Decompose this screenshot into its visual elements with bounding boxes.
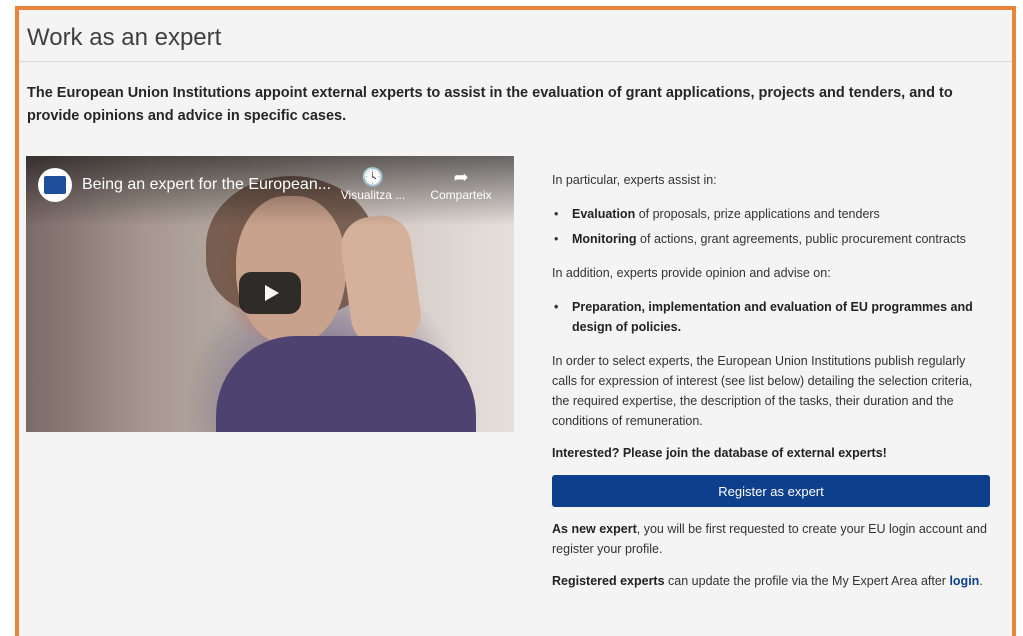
registered-text: Registered experts can update the profil… bbox=[552, 571, 992, 591]
list-item: Monitoring of actions, grant agreements,… bbox=[554, 229, 992, 249]
intro-text: The European Union Institutions appoint … bbox=[27, 85, 953, 124]
share-arrow-icon: ➦ bbox=[453, 167, 469, 187]
list-item: Preparation, implementation and evaluati… bbox=[554, 297, 992, 337]
assist-list: Evaluation of proposals, prize applicati… bbox=[552, 204, 992, 249]
list-item-bold: Monitoring bbox=[572, 232, 637, 246]
watch-later-button[interactable]: 🕓 Visualitza ... bbox=[338, 166, 408, 202]
video-title[interactable]: Being an expert for the European... bbox=[82, 176, 342, 194]
new-expert-text: As new expert, you will be first request… bbox=[552, 519, 992, 559]
new-expert-bold: As new expert bbox=[552, 522, 637, 536]
title-divider bbox=[19, 61, 1012, 62]
interested-text: Interested? Please join the database of … bbox=[552, 446, 887, 460]
video-player[interactable]: Being an expert for the European... 🕓 Vi… bbox=[26, 156, 514, 432]
registered-bold: Registered experts bbox=[552, 574, 665, 588]
video-frame-body bbox=[216, 336, 476, 432]
register-button[interactable]: Register as expert bbox=[552, 475, 990, 507]
registered-rest: can update the profile via the My Expert… bbox=[664, 574, 950, 588]
registered-end: . bbox=[979, 574, 983, 588]
channel-logo-icon[interactable] bbox=[38, 168, 72, 202]
share-button[interactable]: ➦ Comparteix bbox=[426, 166, 496, 202]
play-button[interactable] bbox=[239, 272, 301, 314]
assist-intro: In particular, experts assist in: bbox=[552, 173, 717, 187]
opinion-list: Preparation, implementation and evaluati… bbox=[552, 297, 992, 337]
page-title: Work as an expert bbox=[27, 24, 222, 51]
share-label: Comparteix bbox=[430, 188, 492, 202]
opinion-intro: In addition, experts provide opinion and… bbox=[552, 266, 831, 280]
clock-icon: 🕓 bbox=[361, 167, 385, 187]
play-icon bbox=[264, 285, 279, 301]
content-frame: Work as an expert The European Union Ins… bbox=[15, 6, 1016, 636]
list-item-text: of actions, grant agreements, public pro… bbox=[636, 232, 966, 246]
login-link[interactable]: login bbox=[949, 574, 979, 588]
list-item-text: of proposals, prize applications and ten… bbox=[635, 207, 880, 221]
video-frame-hand bbox=[337, 211, 425, 351]
expert-details: In particular, experts assist in: Evalua… bbox=[552, 170, 992, 591]
list-item-bold: Evaluation bbox=[572, 207, 636, 221]
watch-later-label: Visualitza ... bbox=[340, 188, 406, 202]
list-item: Evaluation of proposals, prize applicati… bbox=[554, 204, 992, 224]
selection-text: In order to select experts, the European… bbox=[552, 354, 973, 428]
